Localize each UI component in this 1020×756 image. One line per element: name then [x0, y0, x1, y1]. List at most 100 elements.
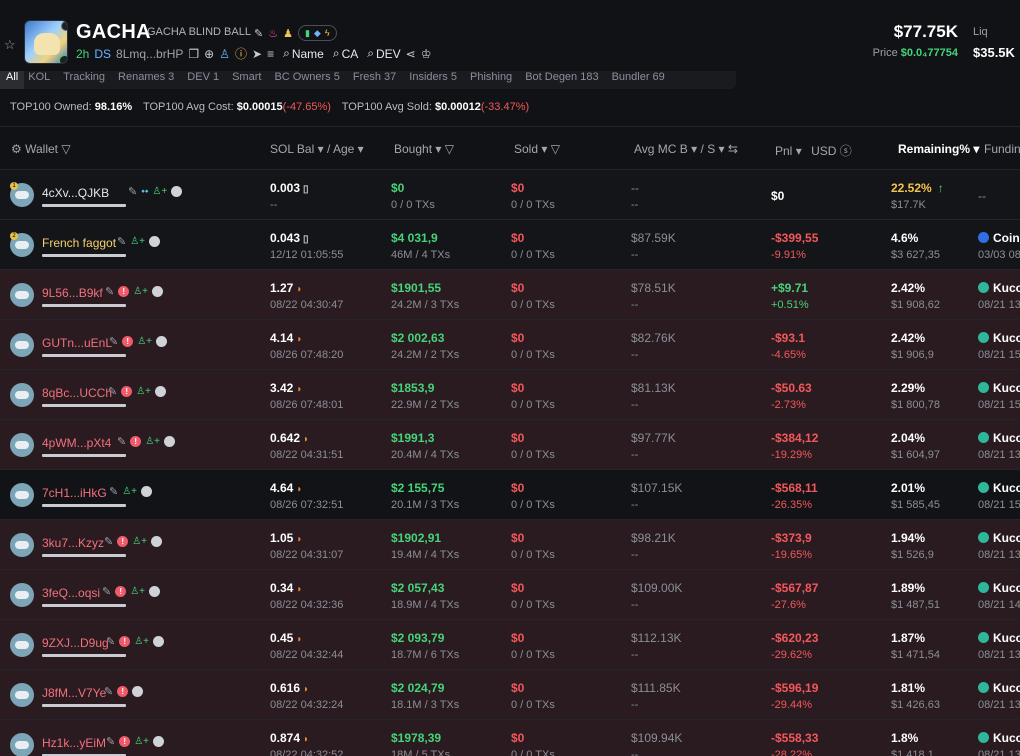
funding-source[interactable]: Kuco — [978, 331, 1020, 345]
copy-icon[interactable]: ❐ — [188, 47, 199, 61]
menu-circle-icon[interactable] — [141, 486, 153, 497]
wallet-avatar[interactable] — [10, 333, 34, 357]
gear-icon[interactable]: ⚙ — [11, 142, 22, 156]
wallet-name[interactable]: 4cXv...QJKB — [42, 186, 109, 200]
menu-circle-icon[interactable] — [149, 586, 161, 597]
menu-circle-icon[interactable] — [132, 686, 144, 697]
filter-icon[interactable]: ▽ — [445, 142, 454, 156]
wallet-name[interactable]: J8fM...V7Ye — [42, 686, 106, 700]
swap-icon[interactable]: ⇆ — [728, 142, 738, 156]
wallet-name[interactable]: Hz1k...yEiM — [42, 736, 106, 750]
menu-circle-icon[interactable] — [149, 236, 161, 247]
table-row[interactable]: 1 4cXv...QJKB ✎ ⬩⬩ ♙+ 0.003 ▯ -- $0 0 / 0 TXs $0 0 … — [0, 170, 1020, 220]
menu-circle-icon[interactable] — [171, 186, 183, 197]
edit-icon[interactable]: ✎ — [104, 535, 113, 548]
search-dev-button[interactable]: ⌕ DEV — [367, 46, 400, 61]
tab-smart[interactable]: Smart — [228, 71, 270, 89]
add-user-icon[interactable]: ♙+ — [122, 486, 137, 497]
add-user-icon[interactable]: ♙+ — [134, 636, 149, 647]
edit-icon[interactable]: ✎ — [254, 27, 263, 40]
edit-icon[interactable]: ✎ — [104, 685, 113, 698]
sol-bal-column-header[interactable]: SOL Bal ▾ / Age ▾ — [270, 142, 364, 156]
usd-toggle-label[interactable]: USD — [811, 144, 836, 158]
add-user-icon[interactable]: ♙+ — [137, 336, 152, 347]
menu-circle-icon[interactable] — [151, 536, 163, 547]
tab-bundler-69[interactable]: Bundler 69 — [608, 71, 674, 89]
funding-source[interactable]: Coinb — [978, 231, 1020, 245]
funding-source[interactable]: Kuco — [978, 631, 1020, 645]
wallet-name[interactable]: 9L56...B9kf — [42, 286, 103, 300]
wallet-avatar[interactable] — [10, 283, 34, 307]
tab-insiders-5[interactable]: Insiders 5 — [405, 71, 466, 89]
globe-icon[interactable]: ⊕ — [204, 47, 214, 61]
edit-icon[interactable]: ✎ — [117, 435, 126, 448]
menu-circle-icon[interactable] — [153, 736, 165, 747]
table-row[interactable]: 4pWM...pXt4 ✎! ♙+ 0.642 ◗ 08/22 04:31:51 $1991… — [0, 420, 1020, 470]
edit-icon[interactable]: ✎ — [102, 585, 111, 598]
wallet-avatar[interactable] — [10, 633, 34, 657]
add-user-icon[interactable]: ♙+ — [133, 286, 148, 297]
table-row[interactable]: 9L56...B9kf ✎! ♙+ 1.27 ◗ 08/22 04:30:47 $1901,… — [0, 270, 1020, 320]
wallet-name[interactable]: GUTn...uEnL — [42, 336, 112, 350]
tab-tracking[interactable]: Tracking — [59, 71, 114, 89]
table-row[interactable]: 3feQ...oqsi ✎! ♙+ 0.34 ◗ 08/22 04:32:36 $2 057… — [0, 570, 1020, 620]
funding-source[interactable]: Kuco — [978, 581, 1020, 595]
edit-icon[interactable]: ✎ — [109, 335, 118, 348]
table-row[interactable]: Hz1k...yEiM ✎! ♙+ 0.874 ◗ 08/22 04:32:52 $1978… — [0, 720, 1020, 756]
search-name-button[interactable]: ⌕ Name — [283, 46, 324, 61]
tab-kol[interactable]: KOL — [24, 71, 59, 89]
add-user-icon[interactable]: ♙+ — [152, 186, 167, 197]
search-ca-button[interactable]: ⌕ CA — [333, 46, 358, 61]
table-row[interactable]: 7cH1...iHkG ✎ ♙+ 4.64 ◗ 08/26 07:32:51 $2 155,… — [0, 470, 1020, 520]
edit-icon[interactable]: ✎ — [108, 385, 117, 398]
sold-column-header[interactable]: Sold ▾ ▽ — [514, 142, 560, 156]
filter-icon[interactable]: ▽ — [551, 142, 560, 156]
table-row[interactable]: 8qBc...UCCh ✎! ♙+ 3.42 ◗ 08/26 07:48:01 $1853,… — [0, 370, 1020, 420]
pnl-column-header[interactable]: Pnl ▾ USD ⓢ — [775, 142, 852, 159]
funding-source[interactable]: Kuco — [978, 481, 1020, 495]
wallet-avatar[interactable] — [10, 583, 34, 607]
funding-source[interactable]: Kuco — [978, 531, 1020, 545]
wallet-avatar[interactable] — [10, 433, 34, 457]
ds-label[interactable]: DS — [94, 47, 111, 61]
share-icon[interactable]: ⋖ — [406, 47, 416, 61]
star-icon[interactable]: ☆ — [4, 38, 18, 52]
add-user-icon[interactable]: ♙+ — [130, 586, 145, 597]
wallet-avatar[interactable] — [10, 733, 34, 756]
menu-circle-icon[interactable] — [153, 636, 165, 647]
menu-circle-icon[interactable] — [155, 386, 167, 397]
tab-phishing[interactable]: Phishing — [466, 71, 521, 89]
tab-bot-degen-183[interactable]: Bot Degen 183 — [521, 71, 607, 89]
table-row[interactable]: J8fM...V7Ye ✎! 0.616 ◗ 08/22 04:32:24 $2 024,… — [0, 670, 1020, 720]
wallet-name[interactable]: French faggot — [42, 236, 116, 250]
wallet-name[interactable]: 8qBc...UCCh — [42, 386, 112, 400]
wallet-name[interactable]: 3ku7...Kzyz — [42, 536, 104, 550]
tab-fresh-37[interactable]: Fresh 37 — [349, 71, 405, 89]
funding-column-header[interactable]: Fundin — [984, 142, 1020, 156]
funding-source[interactable]: Kuco — [978, 381, 1020, 395]
wallet-avatar[interactable] — [10, 383, 34, 407]
edit-icon[interactable]: ✎ — [106, 735, 115, 748]
user-icon[interactable]: ♙ — [219, 47, 230, 61]
social-tags-pill[interactable]: ▮ ◆ ϟ — [297, 25, 337, 41]
wallet-column-header[interactable]: ⚙ Wallet ▽ — [11, 142, 71, 156]
wallet-avatar[interactable] — [10, 533, 34, 557]
edit-icon[interactable]: ✎ — [105, 285, 114, 298]
menu-circle-icon[interactable] — [152, 286, 164, 297]
dollar-icon[interactable]: ⓢ — [840, 144, 852, 158]
edit-icon[interactable]: ✎ — [109, 485, 118, 498]
edit-icon[interactable]: ✎ — [117, 235, 126, 248]
wallet-name[interactable]: 7cH1...iHkG — [42, 486, 107, 500]
warning-icon[interactable]: ⓘ — [235, 45, 247, 62]
add-user-icon[interactable]: ♙+ — [136, 386, 151, 397]
telegram-icon[interactable]: ➤ — [252, 47, 262, 61]
menu-circle-icon[interactable]: ≡ — [267, 47, 274, 61]
funding-source[interactable]: Kuco — [978, 281, 1020, 295]
tab-bc-owners-5[interactable]: BC Owners 5 — [270, 71, 348, 89]
filter-icon[interactable]: ▽ — [61, 142, 70, 156]
remaining-column-header[interactable]: Remaining% ▾ — [898, 142, 979, 156]
wallet-avatar[interactable] — [10, 683, 34, 707]
tab-dev-1[interactable]: DEV 1 — [183, 71, 228, 89]
table-row[interactable]: 3ku7...Kzyz ✎! ♙+ 1.05 ◗ 08/22 04:31:07 $1902,… — [0, 520, 1020, 570]
menu-circle-icon[interactable] — [164, 436, 176, 447]
